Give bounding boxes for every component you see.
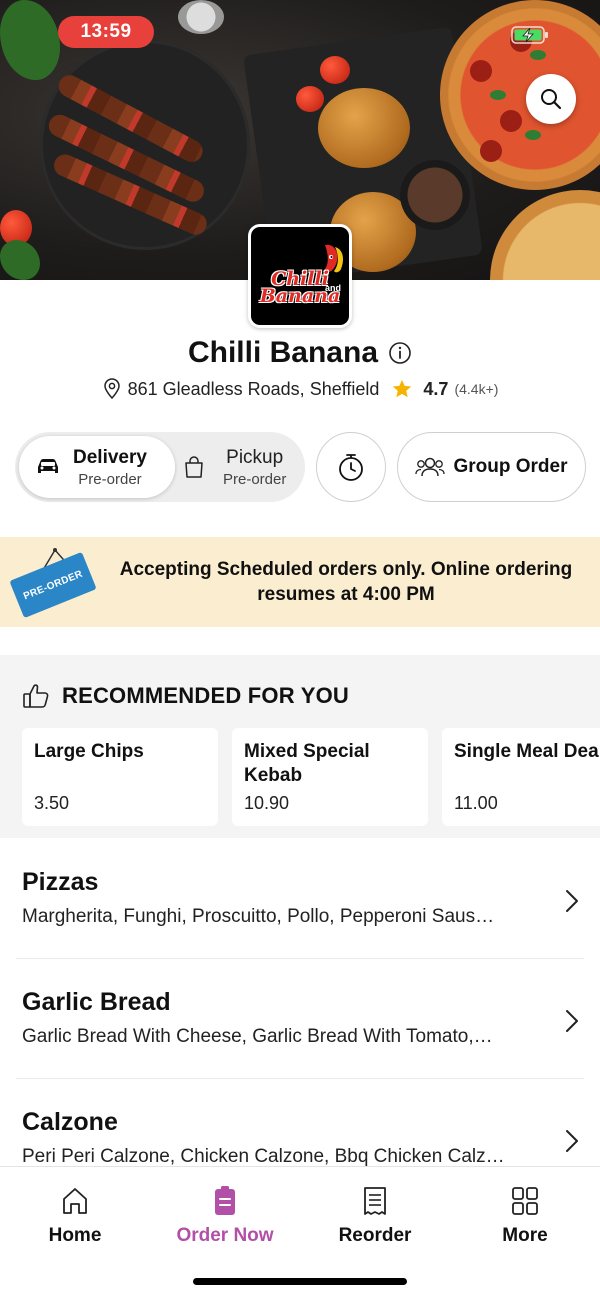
- pizza-slice: [490, 190, 600, 280]
- group-order-button[interactable]: Group Order: [397, 432, 586, 502]
- star-icon: [393, 379, 412, 398]
- recommended-item-name: Large Chips: [34, 741, 144, 762]
- category-row-pizzas[interactable]: Pizzas Margherita, Funghi, Proscuitto, P…: [0, 868, 600, 988]
- restaurant-logo: Chilli Banana and: [248, 224, 352, 328]
- grid-icon: [512, 1187, 538, 1215]
- chevron-right-icon: [566, 1010, 578, 1032]
- category-row-garlic-bread[interactable]: Garlic Bread Garlic Bread With Cheese, G…: [0, 988, 600, 1108]
- delivery-sub: Pre-order: [78, 470, 142, 488]
- schedule-button[interactable]: [316, 432, 386, 502]
- category-row-calzone[interactable]: Calzone Peri Peri Calzone, Chicken Calzo…: [0, 1108, 600, 1166]
- recommended-item-price: 3.50: [34, 793, 70, 813]
- recommended-item-name: Mixed Special Kebab: [244, 741, 370, 786]
- nav-label: More: [502, 1225, 548, 1246]
- recommended-item-name: Single Meal Dea: [454, 741, 599, 762]
- divider: [16, 1078, 584, 1079]
- recommended-title: RECOMMENDED FOR YOU: [62, 683, 349, 708]
- category-description: Margherita, Funghi, Proscuitto, Pollo, P…: [22, 906, 495, 927]
- sauce-bowl: [400, 160, 470, 230]
- banner-message: Accepting Scheduled orders only. Online …: [119, 559, 573, 605]
- herb: [0, 240, 40, 280]
- nav-label: Reorder: [338, 1225, 412, 1246]
- restaurant-address: 861 Gleadless Roads, Sheffield: [127, 378, 380, 399]
- order-mode-toggle: Delivery Pre-order Pickup Pre-order: [15, 432, 305, 502]
- tomato: [296, 86, 324, 112]
- shopping-bag-icon: [185, 456, 203, 478]
- category-title: Garlic Bread: [22, 988, 171, 1016]
- group-icon: [415, 457, 446, 477]
- nav-reorder[interactable]: Reorder: [300, 1185, 450, 1247]
- recommended-item-card[interactable]: Single Meal Dea 11.00: [442, 728, 600, 826]
- nav-home[interactable]: Home: [0, 1185, 150, 1247]
- chevron-right-icon: [566, 890, 578, 912]
- recommended-item-price: 10.90: [244, 793, 290, 813]
- category-title: Calzone: [22, 1108, 118, 1136]
- recommended-item-card[interactable]: Mixed Special Kebab 10.90: [232, 728, 428, 826]
- herb: [0, 0, 60, 80]
- location-pin-icon: [103, 378, 120, 400]
- pickup-label: Pickup: [226, 446, 284, 468]
- chevron-right-icon: [566, 1130, 578, 1152]
- category-description: Garlic Bread With Cheese, Garlic Bread W…: [22, 1026, 493, 1047]
- restaurant-header: Chilli Banana: [0, 336, 600, 370]
- pickup-sub: Pre-order: [223, 470, 287, 488]
- tomato: [320, 56, 350, 84]
- group-order-label: Group Order: [453, 456, 568, 477]
- status-time: 13:59: [58, 16, 154, 48]
- home-icon: [63, 1188, 87, 1214]
- info-icon[interactable]: [388, 341, 412, 365]
- salt-bowl: [178, 0, 224, 34]
- nav-label: Home: [48, 1225, 102, 1246]
- search-icon: [541, 89, 562, 110]
- order-icon: [215, 1186, 235, 1215]
- nav-order-now[interactable]: Order Now: [150, 1185, 300, 1247]
- rating-value: 4.7: [423, 378, 449, 399]
- logo-and: and: [325, 283, 342, 293]
- receipt-icon: [364, 1187, 386, 1215]
- category-description: Peri Peri Calzone, Chicken Calzone, Bbq …: [22, 1146, 505, 1166]
- search-button[interactable]: [526, 74, 576, 124]
- thumbs-up-icon: [23, 684, 49, 708]
- car-icon: [38, 459, 58, 473]
- skewer-plate: [40, 40, 250, 250]
- nav-more[interactable]: More: [450, 1185, 600, 1247]
- divider: [16, 958, 584, 959]
- category-title: Pizzas: [22, 868, 99, 896]
- restaurant-name: Chilli Banana: [187, 336, 379, 369]
- nav-label: Order Now: [176, 1225, 274, 1246]
- stopwatch-icon: [339, 454, 363, 481]
- delivery-option[interactable]: Delivery Pre-order: [19, 436, 175, 498]
- recommended-heading: RECOMMENDED FOR YOU: [22, 683, 349, 709]
- home-indicator: [193, 1278, 407, 1285]
- preorder-banner: PRE-ORDER Accepting Scheduled orders onl…: [0, 537, 600, 627]
- recommended-section: RECOMMENDED FOR YOU Large Chips 3.50 Mix…: [0, 655, 600, 838]
- delivery-label: Delivery: [73, 446, 147, 468]
- pickup-option[interactable]: Pickup Pre-order: [179, 436, 301, 498]
- battery-charging-icon: [511, 26, 548, 44]
- recommended-item-card[interactable]: Large Chips 3.50: [22, 728, 218, 826]
- burger-bun: [318, 88, 410, 168]
- recommended-item-price: 11.00: [454, 793, 498, 813]
- rating-count: (4.4k+): [454, 381, 499, 397]
- address-rating-line: 861 Gleadless Roads, Sheffield 4.7 (4.4k…: [0, 378, 600, 400]
